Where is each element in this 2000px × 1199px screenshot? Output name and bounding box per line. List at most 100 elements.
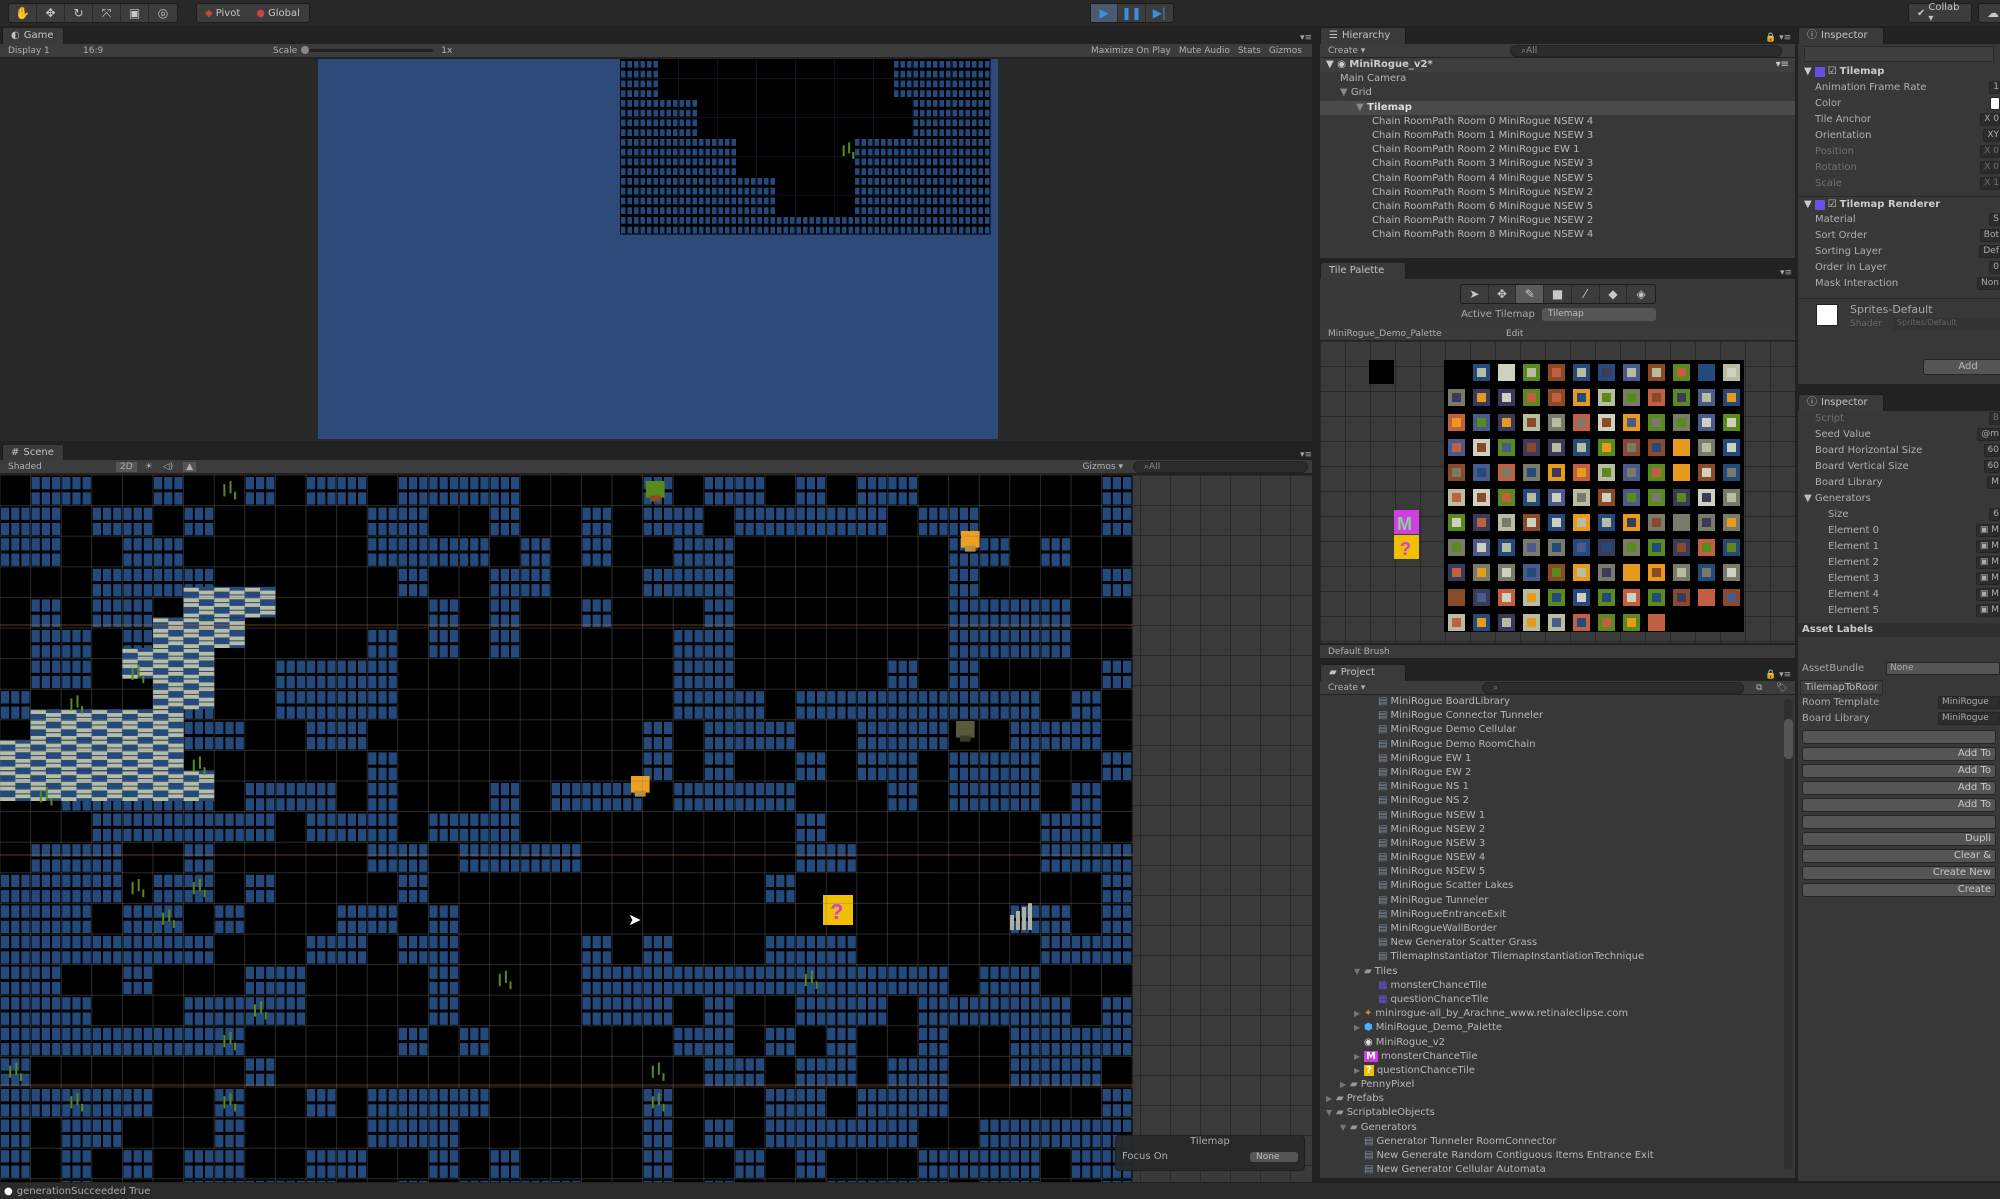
renderer-enabled-checkbox[interactable]: ☑ xyxy=(1828,197,1837,212)
game-render[interactable] xyxy=(318,59,998,439)
game-view[interactable] xyxy=(0,59,1312,441)
expand-arrow-icon[interactable]: ▼ xyxy=(1326,1106,1336,1120)
project-item[interactable]: ▤ MiniRogueWallBorder xyxy=(1320,922,1795,936)
assetbundle-dropdown[interactable]: None xyxy=(1886,662,2000,675)
field-value[interactable] xyxy=(1990,97,2000,110)
project-item[interactable]: ▤ MiniRogue Demo Cellular xyxy=(1320,723,1795,737)
project-item[interactable]: ▤ MiniRogue NSEW 2 xyxy=(1320,823,1795,837)
tab-scene[interactable]: # Scene xyxy=(2,444,64,461)
project-item[interactable]: ▤ MiniRogue Tunneler xyxy=(1320,894,1795,908)
hierarchy-item[interactable]: ▼ Grid xyxy=(1320,86,1795,100)
scale-tool-button[interactable]: ⤧ xyxy=(93,4,121,22)
inspector-action-button[interactable]: Create New xyxy=(1802,866,1996,880)
expand-arrow-icon[interactable]: ▼ xyxy=(1354,965,1364,979)
add-component-button[interactable]: Add xyxy=(1923,359,2000,375)
mute-audio-toggle[interactable]: Mute Audio xyxy=(1179,46,1230,56)
inspector-action-button[interactable]: Clear & xyxy=(1802,849,1996,863)
project-scrollbar[interactable] xyxy=(1784,699,1793,1169)
pivot-button[interactable]: ◆ Pivot xyxy=(197,4,248,22)
project-item[interactable]: ▼ ▰ ScriptableObjects xyxy=(1320,1106,1795,1120)
hierarchy-item[interactable]: Chain RoomPath Room 0 MiniRogue NSEW 4 xyxy=(1320,115,1795,129)
room-template-field[interactable]: MiniRogue xyxy=(1938,696,2000,709)
project-item[interactable]: ▤ Generator Tunneler RoomConnector xyxy=(1320,1135,1795,1149)
palette-edit-button[interactable]: Edit xyxy=(1506,329,1523,339)
project-scrollbar-thumb[interactable] xyxy=(1784,719,1793,759)
project-item[interactable]: ▶ ▰ PennyPixel xyxy=(1320,1078,1795,1092)
project-item[interactable]: ▤ MiniRogue NSEW 5 xyxy=(1320,865,1795,879)
cloud-button[interactable]: ☁ xyxy=(1978,3,2000,23)
hierarchy-item[interactable]: Chain RoomPath Room 2 MiniRogue EW 1 xyxy=(1320,143,1795,157)
element-object-field[interactable]: ▣ M xyxy=(1975,524,2000,537)
project-item[interactable]: ▶ ▰ Prefabs xyxy=(1320,1092,1795,1106)
project-create-button[interactable]: Create ▾ xyxy=(1328,683,1365,693)
project-item[interactable]: ▤ MiniRogueEntranceExit xyxy=(1320,908,1795,922)
project-item[interactable]: ▤ MiniRogue BoardLibrary xyxy=(1320,695,1795,709)
scale-slider-thumb[interactable] xyxy=(301,46,310,54)
hierarchy-item[interactable]: Chain RoomPath Room 8 MiniRogue NSEW 4 xyxy=(1320,228,1795,242)
tab-inspector-bottom[interactable]: ⓘ Inspector xyxy=(1798,394,1884,411)
expand-arrow-icon[interactable]: ▶ xyxy=(1340,1078,1350,1092)
hierarchy-item[interactable]: Main Camera xyxy=(1320,72,1795,86)
generators-foldout[interactable]: ▼ Generators xyxy=(1798,491,2000,507)
field-value[interactable]: X 0 xyxy=(1980,161,2000,174)
scene-menu-icon[interactable]: ▾≡ xyxy=(1776,58,1789,72)
inspector-action-button[interactable]: Add To xyxy=(1802,798,1996,812)
fill-button[interactable]: ◈ xyxy=(1627,285,1655,303)
field-value[interactable]: Non xyxy=(1977,277,2000,290)
scene-search-input[interactable]: ⌕All xyxy=(1133,460,1308,473)
expand-arrow-icon[interactable]: ▶ xyxy=(1354,1021,1364,1035)
project-item[interactable]: ▼ ▰ Tiles xyxy=(1320,965,1795,979)
hierarchy-item[interactable]: Chain RoomPath Room 3 MiniRogue NSEW 3 xyxy=(1320,157,1795,171)
project-item[interactable]: ▶? questionChanceTile xyxy=(1320,1064,1795,1078)
inspector-action-button[interactable]: Dupli xyxy=(1802,832,1996,846)
project-item[interactable]: ▤ MiniRogue NS 2 xyxy=(1320,794,1795,808)
2d-toggle[interactable]: 2D xyxy=(116,461,137,472)
palette-dropdown[interactable]: MiniRogue_Demo_Palette xyxy=(1328,329,1500,339)
palette-grid[interactable] xyxy=(1320,341,1795,643)
palette-move-tool-button[interactable]: ✥ xyxy=(1489,285,1517,303)
hierarchy-item[interactable]: Chain RoomPath Room 1 MiniRogue NSEW 3 xyxy=(1320,129,1795,143)
paint-brush-button[interactable]: ✎ xyxy=(1516,285,1545,303)
project-item[interactable]: ▤ MiniRogue EW 1 xyxy=(1320,752,1795,766)
audio-toggle[interactable]: ◁) xyxy=(163,462,173,472)
project-lock-icon[interactable]: 🔒 ▾≡ xyxy=(1765,670,1791,680)
project-item[interactable]: ▤ New Generator Scatter Grass xyxy=(1320,936,1795,950)
expand-arrow-icon[interactable]: ▶ xyxy=(1354,1064,1364,1078)
tilemap-renderer-header[interactable]: ▼ ☑ Tilemap Renderer xyxy=(1798,196,2000,212)
project-item[interactable]: ▤ MiniRogue NSEW 1 xyxy=(1320,809,1795,823)
field-value[interactable]: 1 xyxy=(1989,81,2000,94)
inspector-action-button[interactable]: Add To xyxy=(1802,764,1996,778)
field-value[interactable]: XY xyxy=(1983,129,2000,142)
project-item[interactable]: ▦ questionChanceTile xyxy=(1320,993,1795,1007)
move-tool-button[interactable]: ✥ xyxy=(37,4,65,22)
focus-on-dropdown[interactable]: None xyxy=(1250,1151,1298,1162)
hierarchy-search-input[interactable]: ⌕All xyxy=(1510,45,1782,57)
element-object-field[interactable]: ▣ M xyxy=(1975,572,2000,585)
tilemap-scene-render[interactable] xyxy=(0,475,1133,1182)
inspector-action-button[interactable]: Add To xyxy=(1802,747,1996,761)
element-object-field[interactable]: ▣ M xyxy=(1975,540,2000,553)
global-button[interactable]: ● Global xyxy=(248,4,308,22)
hand-tool-button[interactable]: ✋ xyxy=(9,4,37,22)
box-fill-button[interactable]: ■ xyxy=(1544,285,1572,303)
element-object-field[interactable]: ▣ M xyxy=(1975,604,2000,617)
active-tilemap-dropdown[interactable]: Tilemap xyxy=(1542,308,1656,321)
project-item[interactable]: ▤ New Generate Random Contiguous Items En… xyxy=(1320,1149,1795,1163)
step-button[interactable]: ▶| xyxy=(1146,4,1173,22)
shader-dropdown[interactable]: Sprites/Default xyxy=(1893,318,2000,330)
hierarchy-create-button[interactable]: Create ▾ xyxy=(1328,46,1365,56)
project-item[interactable]: ▤ MiniRogue Demo RoomChain xyxy=(1320,738,1795,752)
eraser-button[interactable]: ◆ xyxy=(1600,285,1628,303)
scene-gizmos-dropdown[interactable]: Gizmos ▾ xyxy=(1082,462,1123,472)
effects-toggle[interactable]: ▲ xyxy=(183,461,197,472)
expand-arrow-icon[interactable]: ▼ xyxy=(1340,1121,1350,1135)
field-value[interactable]: @m xyxy=(1977,428,2000,441)
tab-tile-palette[interactable]: Tile Palette xyxy=(1320,262,1406,279)
element-object-field[interactable]: ▣ M xyxy=(1975,588,2000,601)
tab-hierarchy[interactable]: ☰ Hierarchy xyxy=(1320,27,1406,44)
status-bar[interactable]: ● generationSucceeded True xyxy=(0,1183,2000,1199)
project-search-input[interactable]: ⌕ xyxy=(1482,682,1744,694)
rotate-tool-button[interactable]: ↻ xyxy=(65,4,93,22)
project-item[interactable]: ▶ ✦ minirogue-all_by_Arachne_www.retinalec… xyxy=(1320,1007,1795,1021)
field-value[interactable]: 60 xyxy=(1983,444,2000,457)
